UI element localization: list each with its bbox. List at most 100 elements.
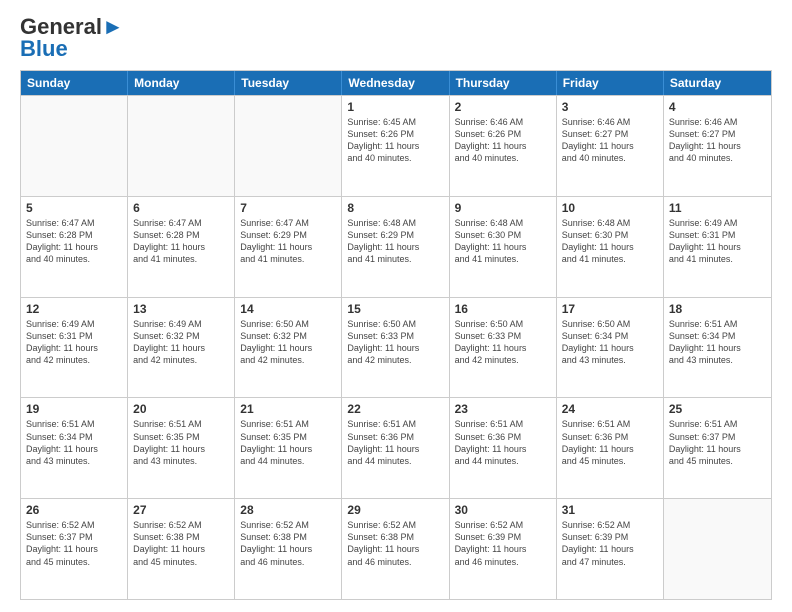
calendar-cell: 10Sunrise: 6:48 AMSunset: 6:30 PMDayligh… (557, 197, 664, 297)
day-number: 12 (26, 302, 122, 316)
day-info: Sunrise: 6:51 AMSunset: 6:34 PMDaylight:… (669, 318, 766, 367)
day-number: 1 (347, 100, 443, 114)
calendar-cell: 15 Sunrise: 6:50 AMSunset: 6:33 PMDayligh… (342, 298, 449, 398)
calendar-header: SundayMondayTuesdayWednesdayThursdayFrid… (21, 71, 771, 95)
calendar-cell: 3Sunrise: 6:46 AMSunset: 6:27 PMDaylight… (557, 96, 664, 196)
day-number: 24 (562, 402, 658, 416)
day-number: 28 (240, 503, 336, 517)
day-info: Sunrise: 6:48 AMSunset: 6:30 PMDaylight:… (455, 217, 551, 266)
day-number: 4 (669, 100, 766, 114)
day-info: Sunrise: 6:51 AMSunset: 6:37 PMDaylight:… (669, 418, 766, 467)
day-info: Sunrise: 6:51 AMSunset: 6:35 PMDaylight:… (240, 418, 336, 467)
weekday-header: Sunday (21, 71, 128, 95)
calendar-cell: 14Sunrise: 6:50 AMSunset: 6:32 PMDayligh… (235, 298, 342, 398)
calendar-cell: 27 Sunrise: 6:52 AMSunset: 6:38 PMDayligh… (128, 499, 235, 599)
calendar-cell: 20Sunrise: 6:51 AMSunset: 6:35 PMDayligh… (128, 398, 235, 498)
day-info: Sunrise: 6:47 AMSunset: 6:28 PMDaylight:… (133, 217, 229, 266)
day-number: 27 (133, 503, 229, 517)
calendar-row: 5 Sunrise: 6:47 AMSunset: 6:28 PMDaylight… (21, 196, 771, 297)
calendar-cell (128, 96, 235, 196)
calendar-row: 12 Sunrise: 6:49 AMSunset: 6:31 PMDayligh… (21, 297, 771, 398)
calendar-cell: 17 Sunrise: 6:50 AMSunset: 6:34 PMDayligh… (557, 298, 664, 398)
day-info: Sunrise: 6:46 AMSunset: 6:27 PMDaylight:… (669, 116, 766, 165)
day-number: 20 (133, 402, 229, 416)
calendar-cell: 8 Sunrise: 6:48 AMSunset: 6:29 PMDaylight… (342, 197, 449, 297)
calendar-cell: 23 Sunrise: 6:51 AMSunset: 6:36 PMDayligh… (450, 398, 557, 498)
day-info: Sunrise: 6:48 AMSunset: 6:29 PMDaylight:… (347, 217, 443, 266)
day-info: Sunrise: 6:52 AMSunset: 6:37 PMDaylight:… (26, 519, 122, 568)
day-number: 18 (669, 302, 766, 316)
day-number: 5 (26, 201, 122, 215)
calendar-cell: 9 Sunrise: 6:48 AMSunset: 6:30 PMDaylight… (450, 197, 557, 297)
calendar-cell: 16 Sunrise: 6:50 AMSunset: 6:33 PMDayligh… (450, 298, 557, 398)
day-number: 17 (562, 302, 658, 316)
calendar-row: 19Sunrise: 6:51 AMSunset: 6:34 PMDayligh… (21, 397, 771, 498)
weekday-header: Monday (128, 71, 235, 95)
day-info: Sunrise: 6:51 AMSunset: 6:36 PMDaylight:… (562, 418, 658, 467)
day-number: 11 (669, 201, 766, 215)
calendar-cell: 12 Sunrise: 6:49 AMSunset: 6:31 PMDayligh… (21, 298, 128, 398)
calendar-cell (664, 499, 771, 599)
day-info: Sunrise: 6:52 AMSunset: 6:38 PMDaylight:… (133, 519, 229, 568)
weekday-header: Wednesday (342, 71, 449, 95)
calendar-cell: 5 Sunrise: 6:47 AMSunset: 6:28 PMDaylight… (21, 197, 128, 297)
day-info: Sunrise: 6:52 AMSunset: 6:38 PMDaylight:… (240, 519, 336, 568)
day-info: Sunrise: 6:45 AMSunset: 6:26 PMDaylight:… (347, 116, 443, 165)
day-info: Sunrise: 6:49 AMSunset: 6:32 PMDaylight:… (133, 318, 229, 367)
weekday-header: Saturday (664, 71, 771, 95)
day-info: Sunrise: 6:50 AMSunset: 6:33 PMDaylight:… (347, 318, 443, 367)
day-number: 6 (133, 201, 229, 215)
calendar-cell: 19Sunrise: 6:51 AMSunset: 6:34 PMDayligh… (21, 398, 128, 498)
day-info: Sunrise: 6:49 AMSunset: 6:31 PMDaylight:… (669, 217, 766, 266)
calendar-cell: 7Sunrise: 6:47 AMSunset: 6:29 PMDaylight… (235, 197, 342, 297)
weekday-header: Thursday (450, 71, 557, 95)
calendar-cell: 29 Sunrise: 6:52 AMSunset: 6:38 PMDayligh… (342, 499, 449, 599)
day-info: Sunrise: 6:52 AMSunset: 6:38 PMDaylight:… (347, 519, 443, 568)
calendar-cell: 2Sunrise: 6:46 AMSunset: 6:26 PMDaylight… (450, 96, 557, 196)
day-number: 10 (562, 201, 658, 215)
day-number: 29 (347, 503, 443, 517)
calendar-cell: 18 Sunrise: 6:51 AMSunset: 6:34 PMDayligh… (664, 298, 771, 398)
day-info: Sunrise: 6:46 AMSunset: 6:26 PMDaylight:… (455, 116, 551, 165)
calendar-cell: 4 Sunrise: 6:46 AMSunset: 6:27 PMDaylight… (664, 96, 771, 196)
logo-blue-text: Blue (20, 38, 68, 60)
day-info: Sunrise: 6:50 AMSunset: 6:33 PMDaylight:… (455, 318, 551, 367)
page: General► Blue SundayMondayTuesdayWednesd… (0, 0, 792, 612)
calendar-body: 1 Sunrise: 6:45 AMSunset: 6:26 PMDaylight… (21, 95, 771, 599)
day-info: Sunrise: 6:51 AMSunset: 6:36 PMDaylight:… (455, 418, 551, 467)
calendar-cell (235, 96, 342, 196)
weekday-header: Tuesday (235, 71, 342, 95)
calendar-cell: 26 Sunrise: 6:52 AMSunset: 6:37 PMDayligh… (21, 499, 128, 599)
calendar-cell: 11 Sunrise: 6:49 AMSunset: 6:31 PMDayligh… (664, 197, 771, 297)
day-number: 15 (347, 302, 443, 316)
calendar-cell: 6 Sunrise: 6:47 AMSunset: 6:28 PMDaylight… (128, 197, 235, 297)
day-number: 26 (26, 503, 122, 517)
calendar-cell: 31 Sunrise: 6:52 AMSunset: 6:39 PMDayligh… (557, 499, 664, 599)
day-info: Sunrise: 6:47 AMSunset: 6:28 PMDaylight:… (26, 217, 122, 266)
day-number: 23 (455, 402, 551, 416)
day-number: 9 (455, 201, 551, 215)
day-number: 22 (347, 402, 443, 416)
day-info: Sunrise: 6:46 AMSunset: 6:27 PMDaylight:… (562, 116, 658, 165)
day-info: Sunrise: 6:50 AMSunset: 6:32 PMDaylight:… (240, 318, 336, 367)
day-info: Sunrise: 6:50 AMSunset: 6:34 PMDaylight:… (562, 318, 658, 367)
calendar-cell: 28 Sunrise: 6:52 AMSunset: 6:38 PMDayligh… (235, 499, 342, 599)
day-info: Sunrise: 6:49 AMSunset: 6:31 PMDaylight:… (26, 318, 122, 367)
day-number: 30 (455, 503, 551, 517)
logo: General► Blue (20, 16, 124, 60)
calendar: SundayMondayTuesdayWednesdayThursdayFrid… (20, 70, 772, 600)
calendar-row: 1 Sunrise: 6:45 AMSunset: 6:26 PMDaylight… (21, 95, 771, 196)
header: General► Blue (20, 16, 772, 60)
day-info: Sunrise: 6:52 AMSunset: 6:39 PMDaylight:… (562, 519, 658, 568)
day-info: Sunrise: 6:51 AMSunset: 6:36 PMDaylight:… (347, 418, 443, 467)
calendar-cell (21, 96, 128, 196)
day-number: 31 (562, 503, 658, 517)
calendar-cell: 30Sunrise: 6:52 AMSunset: 6:39 PMDayligh… (450, 499, 557, 599)
calendar-cell: 1 Sunrise: 6:45 AMSunset: 6:26 PMDaylight… (342, 96, 449, 196)
day-number: 16 (455, 302, 551, 316)
day-number: 21 (240, 402, 336, 416)
day-number: 19 (26, 402, 122, 416)
calendar-cell: 25Sunrise: 6:51 AMSunset: 6:37 PMDayligh… (664, 398, 771, 498)
calendar-cell: 24 Sunrise: 6:51 AMSunset: 6:36 PMDayligh… (557, 398, 664, 498)
day-number: 8 (347, 201, 443, 215)
